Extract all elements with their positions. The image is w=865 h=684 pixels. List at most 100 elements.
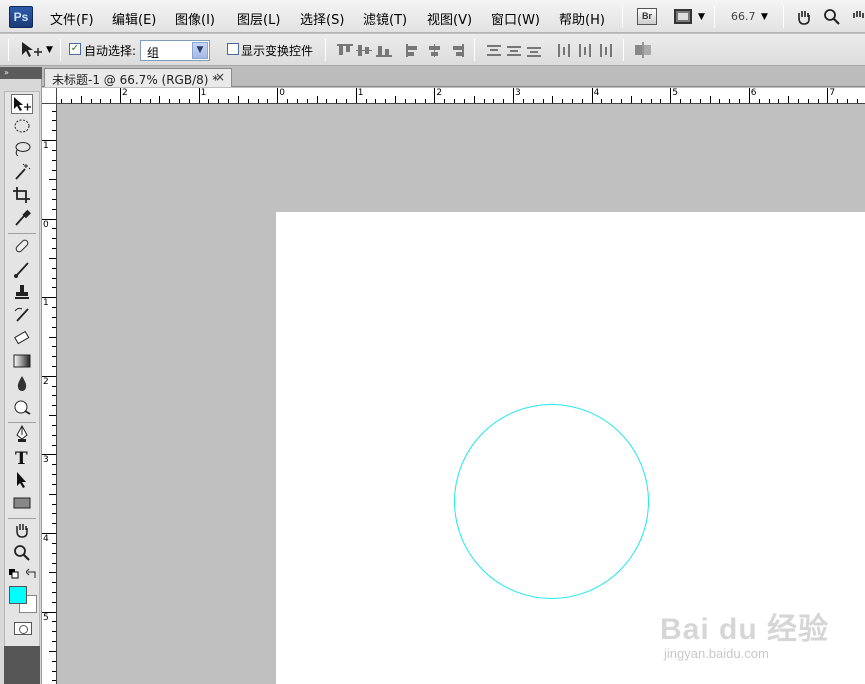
distribute-top-icon[interactable] (487, 44, 503, 57)
svg-text:T: T (15, 449, 28, 466)
distribute-vcenter-icon[interactable] (507, 44, 523, 57)
distribute-bottom-icon[interactable] (527, 44, 543, 57)
menu-filter[interactable]: 滤镜(T) (363, 9, 407, 28)
tools-panel-bottom (4, 646, 40, 684)
quick-mask-icon[interactable] (14, 622, 32, 635)
ruler-tick (218, 99, 220, 103)
distribute-hcenter-icon[interactable] (577, 44, 593, 57)
ruler-tick (562, 99, 564, 103)
close-icon[interactable]: × (215, 70, 225, 84)
ruler-vertical[interactable]: 1 0 1 2 3 4 5 (42, 104, 57, 684)
ruler-origin[interactable] (42, 88, 57, 104)
default-colors-icon[interactable] (9, 569, 19, 579)
ruler-tick (70, 99, 72, 103)
swap-colors-icon[interactable] (26, 568, 38, 580)
zoom-level[interactable]: 66.7 (731, 10, 756, 23)
auto-select-checkbox[interactable]: ✓ (69, 43, 81, 55)
lasso-icon[interactable] (11, 140, 33, 160)
menu-file[interactable]: 文件(F) (50, 9, 94, 28)
align-top-icon[interactable] (337, 44, 353, 57)
ruler-tick (42, 218, 56, 220)
ruler-tick (52, 199, 56, 200)
type-icon[interactable]: T (11, 448, 33, 469)
eraser-icon[interactable] (11, 329, 33, 349)
ruler-tick (52, 208, 56, 210)
pen-icon[interactable] (11, 424, 33, 445)
ruler-tick (129, 99, 131, 103)
ruler-tick (729, 99, 731, 103)
marquee-ellipse-icon[interactable] (11, 117, 33, 137)
ruler-tick (52, 228, 56, 230)
eyedropper-icon[interactable] (11, 209, 33, 229)
hand-icon[interactable] (11, 521, 33, 541)
ruler-label: 1 (200, 88, 207, 98)
ruler-tick (49, 415, 56, 417)
gradient-icon[interactable] (11, 352, 33, 372)
ruler-tick (52, 434, 56, 436)
align-left-icon[interactable] (406, 44, 422, 57)
clone-stamp-icon[interactable] (11, 283, 33, 303)
chevron-down-icon[interactable]: ▼ (192, 42, 208, 59)
show-transform-checkbox[interactable] (227, 43, 239, 55)
ruler-tick (257, 99, 259, 103)
move-tool-preset-icon[interactable] (20, 40, 42, 60)
crop-icon[interactable] (11, 186, 33, 206)
move-tool-icon[interactable] (11, 94, 33, 114)
options-separator (325, 39, 326, 61)
chevron-down-icon[interactable]: ▼ (698, 12, 705, 22)
ruler-tick (483, 99, 485, 103)
zoom-icon[interactable] (11, 544, 33, 564)
auto-select-dropdown[interactable]: 组 ▼ (140, 40, 210, 61)
ruler-tick (52, 424, 56, 426)
tools-panel-collapse[interactable]: » (0, 67, 42, 79)
rectangle-shape-icon[interactable] (11, 494, 33, 514)
align-bottom-icon[interactable] (376, 44, 392, 57)
ruler-tick (52, 444, 56, 446)
rotate-view-icon[interactable] (851, 8, 865, 26)
menu-image[interactable]: 图像(I) (175, 9, 215, 28)
align-hcenter-icon[interactable] (427, 44, 443, 57)
align-right-icon[interactable] (448, 44, 464, 57)
ruler-tick (42, 375, 56, 377)
brush-icon[interactable] (11, 260, 33, 280)
ruler-tick (42, 611, 56, 613)
bridge-button[interactable]: Br (637, 8, 657, 25)
history-brush-icon[interactable] (11, 306, 33, 326)
menu-separator (622, 6, 623, 28)
menu-view[interactable]: 视图(V) (427, 9, 472, 28)
ruler-horizontal[interactable]: 2 1 0 1 2 3 4 5 6 7 (57, 88, 865, 104)
foreground-color-swatch[interactable] (9, 586, 27, 604)
auto-align-layers-icon[interactable] (634, 42, 652, 58)
show-transform-label: 显示变换控件 (241, 44, 314, 58)
healing-brush-icon[interactable] (11, 237, 33, 257)
dodge-icon[interactable] (11, 398, 33, 418)
menu-edit[interactable]: 编辑(E) (112, 9, 156, 28)
document-tab[interactable]: 未标题-1 @ 66.7% (RGB/8) * × (44, 68, 232, 87)
ellipse-shape[interactable] (454, 404, 649, 599)
align-vcenter-icon[interactable] (356, 44, 372, 57)
ruler-tick (80, 96, 82, 103)
ruler-tick (326, 99, 328, 103)
ruler-tick (49, 493, 56, 495)
ruler-tick (837, 99, 839, 103)
ruler-tick (571, 99, 573, 103)
ruler-tick (699, 99, 701, 103)
chevron-down-icon[interactable]: ▼ (761, 12, 768, 22)
zoom-icon[interactable] (823, 8, 841, 26)
menu-window[interactable]: 窗口(W) (491, 9, 540, 28)
ruler-tick (434, 88, 436, 103)
ruler-tick (424, 99, 426, 103)
screen-mode-icon[interactable] (674, 9, 692, 24)
hand-icon[interactable] (795, 8, 813, 26)
menu-layer[interactable]: 图层(L) (237, 9, 280, 28)
blur-icon[interactable] (11, 375, 33, 395)
menu-select[interactable]: 选择(S) (300, 9, 344, 28)
ruler-tick (630, 96, 632, 103)
magic-wand-icon[interactable] (11, 163, 33, 183)
path-selection-icon[interactable] (11, 471, 33, 491)
distribute-left-icon[interactable] (557, 44, 573, 57)
menu-help[interactable]: 帮助(H) (559, 9, 605, 28)
ruler-tick (680, 99, 681, 103)
distribute-right-icon[interactable] (597, 44, 613, 57)
chevron-down-icon[interactable]: ▼ (46, 45, 53, 55)
